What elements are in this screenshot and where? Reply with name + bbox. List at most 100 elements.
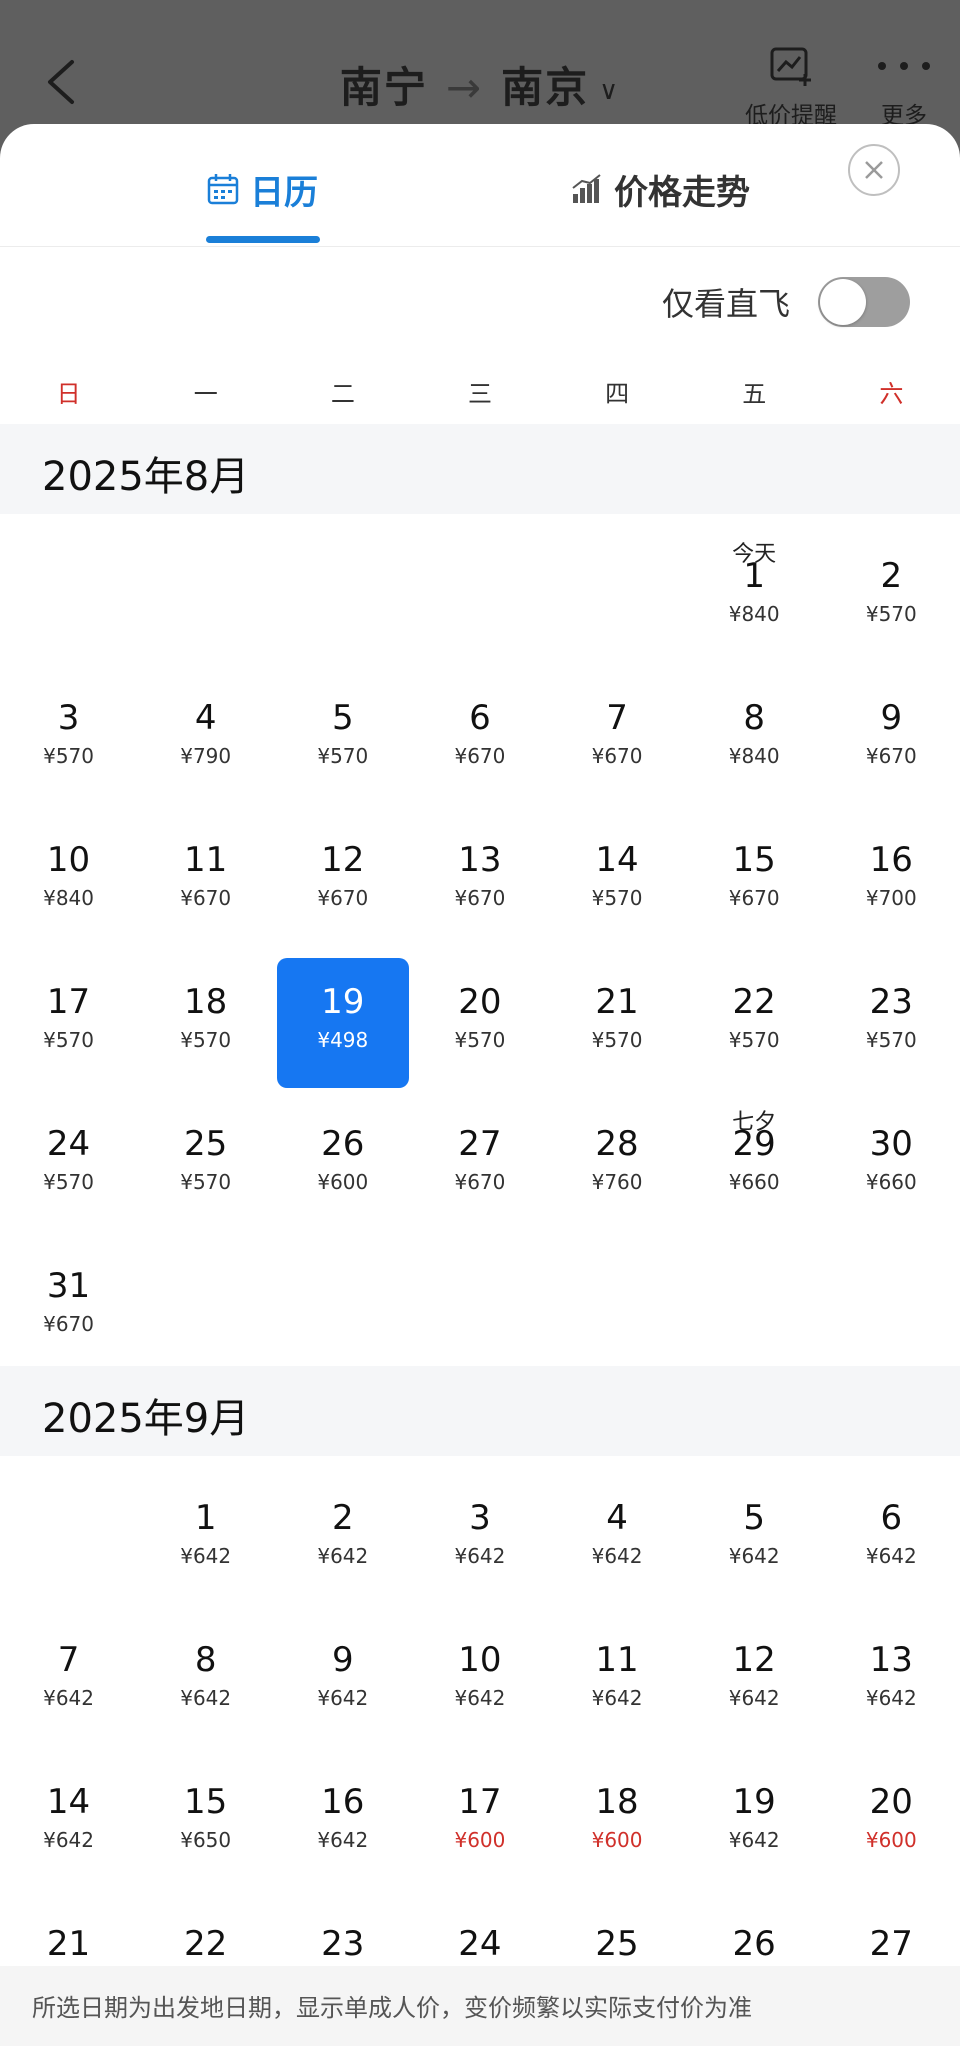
day-price: ¥670 — [317, 886, 369, 910]
weekday-fri: 五 — [742, 380, 767, 408]
date-cell[interactable]: 2 ¥570 — [823, 514, 960, 656]
date-cell[interactable]: 30 ¥660 — [823, 1082, 960, 1224]
day-price: ¥570 — [865, 602, 917, 626]
day-price: ¥642 — [865, 1544, 917, 1568]
day-number: 20 — [458, 982, 502, 1022]
date-cell[interactable]: 今天 1 ¥840 — [686, 514, 823, 656]
tab-calendar-label: 日历 — [250, 172, 318, 213]
day-price: ¥570 — [865, 1028, 917, 1052]
date-cell[interactable]: 15 ¥670 — [686, 798, 823, 940]
date-cell[interactable]: 15 ¥650 — [137, 1740, 274, 1882]
price-alert-button[interactable]: 低价提醒 — [736, 44, 846, 130]
date-cell[interactable]: 5 ¥642 — [686, 1456, 823, 1598]
date-cell[interactable]: 19 ¥642 — [686, 1740, 823, 1882]
date-cell[interactable]: 31 ¥670 — [0, 1224, 137, 1366]
day-price: ¥600 — [865, 1828, 917, 1852]
day-price: ¥670 — [454, 886, 506, 910]
date-cell[interactable]: 26 ¥600 — [274, 1082, 411, 1224]
date-cell[interactable]: 6 ¥642 — [823, 1456, 960, 1598]
date-cell[interactable]: 23 ¥570 — [823, 940, 960, 1082]
close-button[interactable] — [848, 144, 900, 196]
origin-city: 南宁 — [339, 63, 428, 112]
day-price: ¥570 — [454, 1028, 506, 1052]
more-dots-icon — [878, 62, 930, 70]
day-number: 11 — [184, 840, 228, 880]
date-cell[interactable]: 17 ¥570 — [0, 940, 137, 1082]
date-cell[interactable]: 10 ¥840 — [0, 798, 137, 940]
date-cell[interactable]: 17 ¥600 — [411, 1740, 548, 1882]
date-cell[interactable]: 20 ¥570 — [411, 940, 548, 1082]
date-cell[interactable]: 16 ¥700 — [823, 798, 960, 940]
day-number: 5 — [331, 698, 354, 738]
day-number: 2 — [880, 556, 903, 596]
date-cell[interactable]: 5 ¥570 — [274, 656, 411, 798]
day-number: 19 — [321, 982, 365, 1022]
date-cell[interactable]: 25 ¥570 — [137, 1082, 274, 1224]
date-cell[interactable]: 4 ¥642 — [549, 1456, 686, 1598]
day-price: ¥642 — [454, 1686, 506, 1710]
date-cell[interactable]: 7 ¥670 — [549, 656, 686, 798]
tab-calendar[interactable]: 日历 — [206, 164, 318, 214]
date-cell[interactable]: 18 ¥570 — [137, 940, 274, 1082]
selected-highlight — [277, 958, 410, 1088]
date-cell[interactable]: 13 ¥670 — [411, 798, 548, 940]
date-cell[interactable]: 1 ¥642 — [137, 1456, 274, 1598]
day-price: ¥760 — [591, 1170, 643, 1194]
date-cell[interactable]: 3 ¥570 — [0, 656, 137, 798]
day-number: 9 — [331, 1640, 354, 1680]
month-title: 2025年8月 — [42, 454, 250, 500]
date-cell[interactable]: 8 ¥840 — [686, 656, 823, 798]
date-cell[interactable]: 11 ¥670 — [137, 798, 274, 940]
day-number: 8 — [743, 698, 765, 738]
date-cell[interactable]: 21 ¥570 — [549, 940, 686, 1082]
date-cell[interactable]: 2 ¥642 — [274, 1456, 411, 1598]
date-cell[interactable]: 9 ¥642 — [274, 1598, 411, 1740]
chevron-down-icon: ∨ — [599, 75, 621, 106]
date-cell[interactable]: 12 ¥670 — [274, 798, 411, 940]
date-cell[interactable]: 16 ¥642 — [274, 1740, 411, 1882]
date-cell[interactable]: 24 ¥570 — [0, 1082, 137, 1224]
date-cell[interactable]: 18 ¥600 — [549, 1740, 686, 1882]
day-price: ¥570 — [43, 744, 95, 768]
date-cell[interactable]: 14 ¥570 — [549, 798, 686, 940]
date-cell[interactable]: 12 ¥642 — [686, 1598, 823, 1740]
day-price: ¥840 — [728, 602, 780, 626]
date-cell[interactable]: 28 ¥760 — [549, 1082, 686, 1224]
month-header: 2025年8月 — [0, 424, 960, 514]
day-price: ¥670 — [728, 886, 780, 910]
day-number: 1 — [194, 1498, 217, 1538]
date-cell[interactable]: 10 ¥642 — [411, 1598, 548, 1740]
day-number: 24 — [458, 1924, 502, 1964]
day-price: ¥642 — [317, 1686, 369, 1710]
direct-only-toggle[interactable] — [818, 277, 910, 327]
day-number: 4 — [606, 1498, 628, 1538]
day-number: 4 — [194, 698, 217, 738]
day-price: ¥642 — [180, 1686, 232, 1710]
day-price: ¥570 — [591, 886, 643, 910]
date-cell[interactable]: 11 ¥642 — [549, 1598, 686, 1740]
date-cell[interactable]: 8 ¥642 — [137, 1598, 274, 1740]
day-price: ¥670 — [591, 744, 643, 768]
day-number: 16 — [321, 1782, 365, 1822]
date-cell[interactable]: 13 ¥642 — [823, 1598, 960, 1740]
day-number: 3 — [57, 698, 80, 738]
more-button[interactable]: 更多 — [862, 44, 946, 130]
day-number: 7 — [606, 698, 628, 738]
date-cell[interactable]: 22 ¥570 — [686, 940, 823, 1082]
day-price: ¥642 — [317, 1828, 369, 1852]
date-cell[interactable]: 9 ¥670 — [823, 656, 960, 798]
day-number: 27 — [458, 1124, 502, 1164]
date-cell[interactable]: 七夕 29 ¥660 — [686, 1082, 823, 1224]
date-cell[interactable]: 3 ¥642 — [411, 1456, 548, 1598]
date-cell[interactable]: 7 ¥642 — [0, 1598, 137, 1740]
date-cell[interactable]: 27 ¥670 — [411, 1082, 548, 1224]
tab-price-trend[interactable]: 价格走势 — [570, 164, 750, 214]
route-arrow: → — [445, 63, 484, 112]
date-cell-selected[interactable]: 19 ¥498 — [274, 940, 411, 1088]
date-cell[interactable]: 14 ¥642 — [0, 1740, 137, 1882]
day-number: 10 — [46, 840, 91, 880]
date-cell[interactable]: 4 ¥790 — [137, 656, 274, 798]
date-cell[interactable]: 6 ¥670 — [411, 656, 548, 798]
day-number: 28 — [595, 1124, 639, 1164]
date-cell[interactable]: 20 ¥600 — [823, 1740, 960, 1882]
